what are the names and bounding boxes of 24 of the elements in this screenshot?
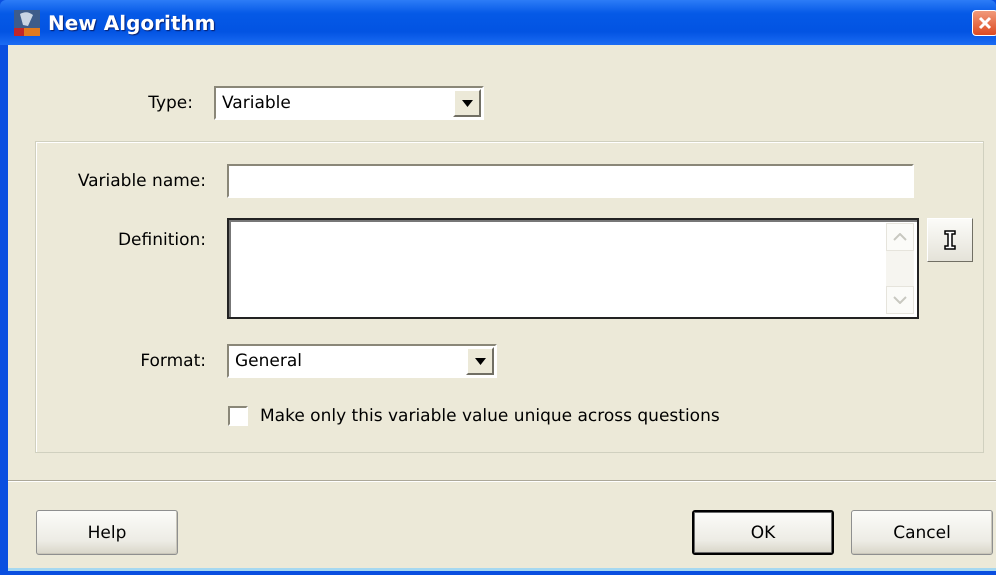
close-icon bbox=[978, 16, 992, 30]
chevron-up-icon bbox=[893, 233, 907, 241]
text-cursor-icon bbox=[944, 230, 956, 250]
field-label: Type: bbox=[147, 93, 194, 113]
field-label: Variable name: bbox=[76, 171, 207, 191]
field-label: Format: bbox=[139, 351, 207, 371]
window-title: New Algorithm bbox=[48, 10, 216, 34]
variable-name-field[interactable] bbox=[227, 164, 914, 198]
checkbox-label: Make only this variable value unique across questions bbox=[260, 406, 720, 426]
field-label: Definition: bbox=[116, 229, 207, 250]
dropdown-arrow-icon bbox=[462, 100, 472, 106]
dialog-button[interactable]: Cancel bbox=[851, 510, 993, 555]
dialog-button[interactable]: Help bbox=[36, 510, 178, 555]
chevron-down-icon bbox=[893, 296, 907, 304]
checkbox[interactable] bbox=[228, 406, 248, 426]
close-button[interactable] bbox=[972, 10, 996, 36]
dropdown-value: Variable bbox=[221, 93, 292, 113]
app-icon bbox=[14, 10, 40, 36]
dropdown-arrow-icon bbox=[474, 358, 486, 364]
dialog-button[interactable]: OK bbox=[692, 510, 834, 555]
dropdown-value: General bbox=[234, 351, 303, 371]
dropdown[interactable]: Variable bbox=[214, 86, 484, 120]
dropdown[interactable]: General bbox=[227, 344, 497, 378]
text-cursor-button[interactable] bbox=[927, 218, 973, 262]
